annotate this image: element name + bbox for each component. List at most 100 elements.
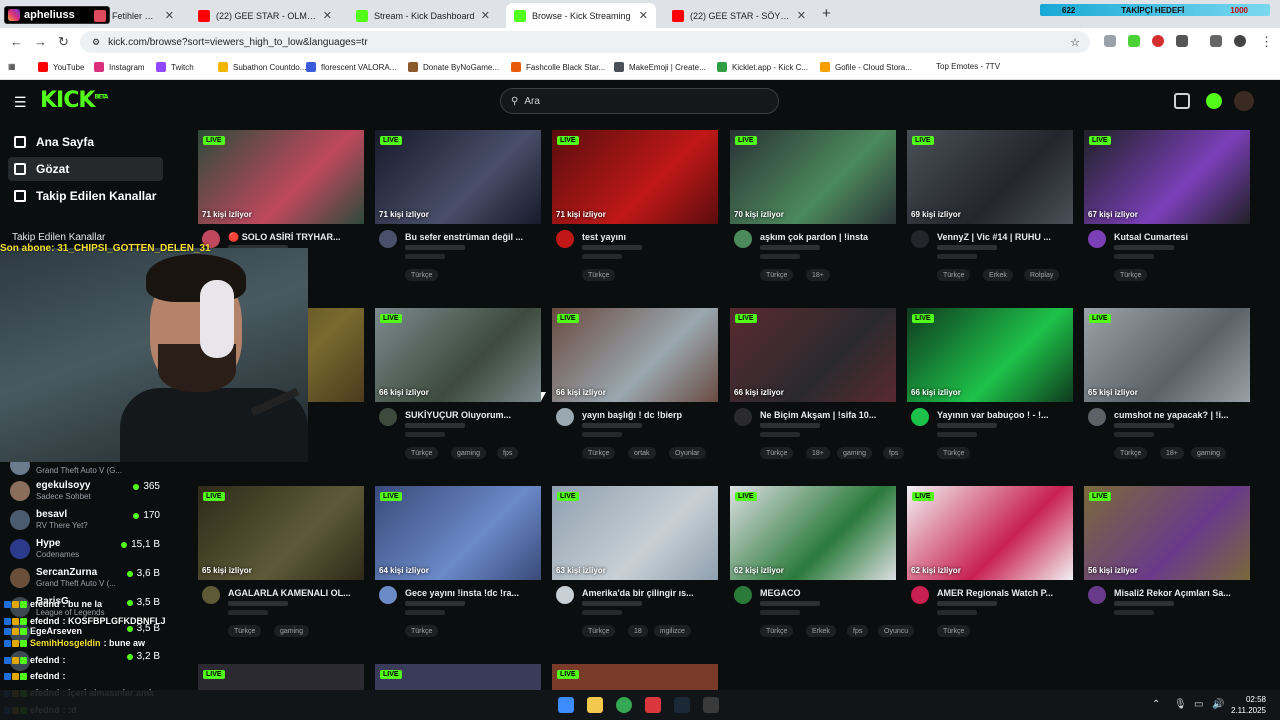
- user-avatar[interactable]: [1234, 91, 1254, 111]
- stream-title[interactable]: aşkım çok pardon | !insta: [760, 232, 894, 242]
- streamer-avatar[interactable]: [911, 230, 929, 248]
- stream-tag[interactable]: Türkçe: [1114, 447, 1148, 459]
- new-tab-icon[interactable]: +: [822, 5, 831, 22]
- extensions-puzzle-icon[interactable]: [1176, 35, 1188, 47]
- streamer-avatar[interactable]: [734, 408, 752, 426]
- stream-tag[interactable]: Oyunlar: [669, 447, 706, 459]
- stream-card[interactable]: LIVE 62 kişi izliyor MEGACO Türkçe Erkek fps O…: [730, 486, 915, 638]
- stream-card[interactable]: LIVE 71 kişi izliyor Bu sefer enstrüman de…: [375, 130, 541, 282]
- bookmark-item[interactable]: Fashcolle Black Star...: [511, 62, 605, 72]
- extension-green-icon[interactable]: [1128, 35, 1140, 47]
- streamer-avatar[interactable]: [911, 408, 929, 426]
- stream-thumbnail[interactable]: LIVE 64 kişi izliyor: [375, 486, 541, 580]
- stream-tag[interactable]: Türkçe: [582, 625, 616, 637]
- stream-thumbnail[interactable]: LIVE 65 kişi izliyor: [198, 486, 364, 580]
- stream-title[interactable]: test yayını: [582, 232, 716, 242]
- chrome-icon[interactable]: [616, 697, 632, 713]
- browser-tab[interactable]: (22) GEE STAR - OLMAZ KI - YouTube ✕: [190, 3, 340, 28]
- followed-channel[interactable]: Hype Codenames 15,1 B: [10, 536, 160, 562]
- stream-card-partial[interactable]: LIVE: [552, 664, 718, 690]
- kick-wallet-icon[interactable]: [1206, 93, 1222, 109]
- tray-chevron-icon[interactable]: ⌃: [1152, 699, 1160, 710]
- bookmark-item[interactable]: Kicklet.app - Kick C...: [717, 62, 808, 72]
- sidebar-nav-home[interactable]: Ana Sayfa: [8, 130, 163, 154]
- stream-card[interactable]: LIVE 66 kişi izliyor SUKİYUÇUR Oluyorum...…: [375, 308, 541, 460]
- library-icon[interactable]: [1174, 93, 1190, 109]
- streamer-avatar[interactable]: [911, 586, 929, 604]
- stream-title[interactable]: Misali2 Rekor Açımları Sa...: [1114, 588, 1248, 598]
- streamer-avatar[interactable]: [202, 586, 220, 604]
- network-icon[interactable]: ▭: [1194, 699, 1203, 710]
- stream-title[interactable]: VennyZ | Vic #14 | RUHU ...: [937, 232, 1071, 242]
- profile-avatar-icon[interactable]: [1234, 35, 1246, 47]
- stream-thumbnail[interactable]: LIVE 67 kişi izliyor: [1084, 130, 1250, 224]
- stream-tag[interactable]: Türkçe: [760, 269, 794, 281]
- volume-icon[interactable]: 🔊: [1212, 699, 1224, 710]
- menu-icon[interactable]: ☰: [14, 94, 27, 111]
- stream-tag[interactable]: Türkçe: [405, 625, 439, 637]
- stream-tag[interactable]: fps: [847, 625, 869, 637]
- stream-title[interactable]: 🔴 SOLO ASİRİ TRYHAR...: [228, 232, 362, 243]
- back-icon[interactable]: ←: [10, 34, 23, 49]
- extension-shield-icon[interactable]: [1104, 35, 1116, 47]
- stream-tag[interactable]: 18: [628, 625, 648, 637]
- stream-title[interactable]: Kutsal Cumartesi: [1114, 232, 1248, 242]
- tab-close-icon[interactable]: ✕: [797, 9, 806, 22]
- stream-title[interactable]: Amerika'da bir çilingir ıs...: [582, 588, 716, 598]
- bookmark-item[interactable]: Twitch: [156, 62, 194, 72]
- forward-icon[interactable]: →: [34, 34, 47, 49]
- stream-thumbnail[interactable]: LIVE 66 kişi izliyor: [730, 308, 896, 402]
- streamer-avatar[interactable]: [1088, 586, 1106, 604]
- stream-title[interactable]: cumshot ne yapacak? | !i...: [1114, 410, 1248, 420]
- stream-thumbnail[interactable]: LIVE 71 kişi izliyor: [552, 130, 718, 224]
- stream-thumbnail[interactable]: LIVE 69 kişi izliyor: [907, 130, 1073, 224]
- stream-tag[interactable]: fps: [883, 447, 905, 459]
- stream-title[interactable]: yayın başlığı ! dc !bierp: [582, 410, 716, 420]
- stream-tag[interactable]: 18+: [806, 447, 830, 459]
- stream-card[interactable]: LIVE 63 kişi izliyor Amerika'da bir çiling…: [552, 486, 718, 638]
- stream-tag[interactable]: ingilizce: [654, 625, 691, 637]
- sidebar-nav-heart[interactable]: Takip Edilen Kanallar: [8, 184, 163, 208]
- stream-tag[interactable]: Türkçe: [937, 447, 971, 459]
- stream-thumbnail[interactable]: LIVE 71 kişi izliyor: [198, 130, 364, 224]
- stream-card[interactable]: LIVE 65 kişi izliyor cumshot ne yapacak? |…: [1084, 308, 1250, 460]
- tab-close-icon[interactable]: ✕: [481, 9, 490, 22]
- kick-logo[interactable]: KICKBETA: [40, 88, 108, 113]
- stream-thumbnail[interactable]: LIVE 65 kişi izliyor: [1084, 308, 1250, 402]
- stream-title[interactable]: SUKİYUÇUR Oluyorum...: [405, 410, 539, 420]
- browser-tab[interactable]: (22) GEE STAR - SÖYLEMEDIK - YouTube ✕: [664, 3, 814, 28]
- followed-channel[interactable]: SercanZurna Grand Theft Auto V (... 3,6 B: [10, 565, 160, 591]
- stream-card-partial[interactable]: LIVE: [375, 664, 541, 690]
- stream-title[interactable]: Gece yayını !insta !dc !ra...: [405, 588, 539, 598]
- streamer-avatar[interactable]: [556, 408, 574, 426]
- stream-thumbnail[interactable]: LIVE 71 kişi izliyor: [375, 130, 541, 224]
- windows-start-icon[interactable]: [558, 697, 574, 713]
- streamer-avatar[interactable]: [1088, 408, 1106, 426]
- stream-tag[interactable]: Rolplay: [1024, 269, 1060, 281]
- tab-close-icon[interactable]: ✕: [323, 9, 332, 22]
- stream-card[interactable]: LIVE 71 kişi izliyor test yayını Türkçe: [552, 130, 718, 282]
- streamer-avatar[interactable]: [556, 586, 574, 604]
- site-info-icon[interactable]: ⚙: [92, 37, 100, 48]
- browser-menu-icon[interactable]: ⋮: [1260, 34, 1273, 50]
- streamer-avatar[interactable]: [734, 230, 752, 248]
- bookmark-item[interactable]: Donate ByNoGame...: [408, 62, 499, 72]
- tab-search-icon[interactable]: [1210, 35, 1222, 47]
- browser-tab[interactable]: Stream - Kick Dashboard ✕: [348, 3, 498, 28]
- stream-title[interactable]: Bu sefer enstrüman değil ...: [405, 232, 539, 242]
- streamer-avatar[interactable]: [379, 586, 397, 604]
- stream-card[interactable]: LIVE 56 kişi izliyor Misali2 Rekor Açımlar…: [1084, 486, 1250, 638]
- url-field[interactable]: ⚙ kick.com/browse?sort=viewers_high_to_l…: [80, 31, 1090, 53]
- stream-thumbnail[interactable]: LIVE 70 kişi izliyor: [730, 130, 896, 224]
- bookmark-item[interactable]: Instagram: [94, 62, 145, 72]
- media-app-icon[interactable]: [645, 697, 661, 713]
- stream-tag[interactable]: Türkçe: [937, 269, 971, 281]
- stream-tag[interactable]: Türkçe: [1114, 269, 1148, 281]
- stream-tag[interactable]: Türkçe: [760, 625, 794, 637]
- stream-tag[interactable]: fps: [497, 447, 519, 459]
- stream-tag[interactable]: 18+: [1160, 447, 1184, 459]
- stream-tag[interactable]: Türkçe: [405, 447, 439, 459]
- stream-tag[interactable]: Türkçe: [760, 447, 794, 459]
- bookmark-star-icon[interactable]: ☆: [1070, 36, 1080, 49]
- steam-icon[interactable]: [674, 697, 690, 713]
